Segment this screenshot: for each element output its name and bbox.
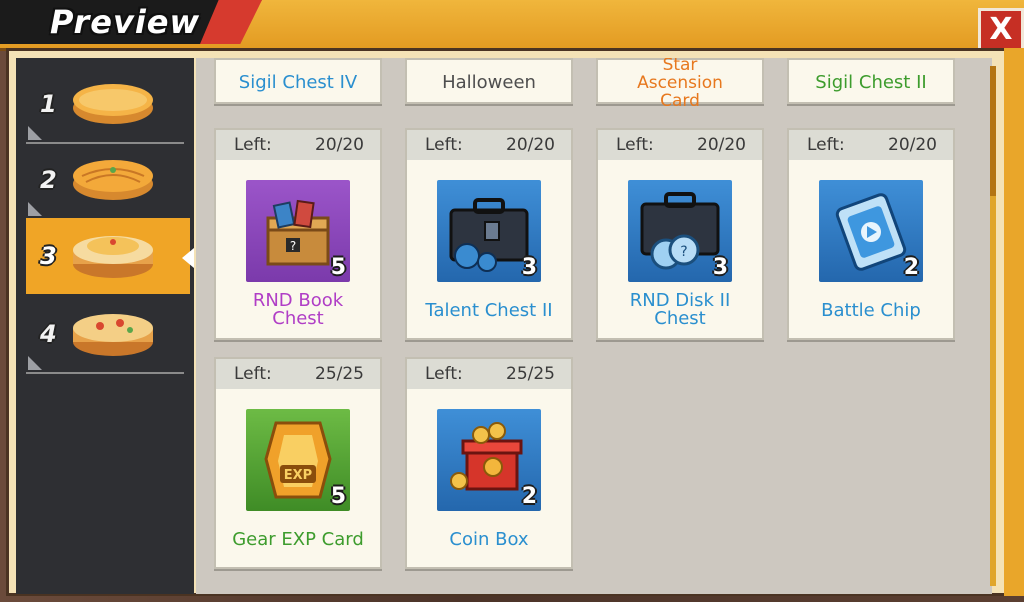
left-count-row: Left: 25/25 bbox=[407, 359, 571, 389]
reward-card-partial[interactable]: Sigil Chest IV bbox=[214, 58, 382, 104]
tier-sidebar: 1 2 3 4 bbox=[16, 58, 194, 594]
battle-chip-icon: 2 bbox=[819, 180, 923, 282]
fruit-pie-icon bbox=[73, 314, 153, 356]
plain-pie-icon bbox=[73, 84, 153, 124]
rewards-panel: Sigil Chest IV Halloween Star Ascension … bbox=[196, 58, 992, 594]
layered-pie-icon bbox=[73, 236, 153, 278]
reward-name: Coin Box bbox=[449, 529, 529, 550]
tier-number: 1 bbox=[40, 90, 57, 118]
left-value: 20/20 bbox=[506, 135, 555, 155]
tier-item-1[interactable]: 1 bbox=[26, 66, 184, 144]
left-count-row: Left: 20/20 bbox=[407, 130, 571, 160]
reward-card[interactable]: Left: 20/20 2 Battle Chip bbox=[787, 128, 955, 340]
quantity: 5 bbox=[330, 255, 346, 280]
quantity: 2 bbox=[521, 484, 537, 509]
reward-name: Talent Chest II bbox=[425, 300, 553, 321]
svg-text:?: ? bbox=[680, 244, 687, 260]
tier-number: 3 bbox=[40, 242, 57, 270]
left-value: 20/20 bbox=[888, 135, 937, 155]
page-title: Preview bbox=[50, 3, 201, 41]
reward-card[interactable]: Left: 20/20 ? 3 RND Disk II Chest bbox=[596, 128, 764, 340]
reward-card[interactable]: Left: 20/20 ? 5 RND Book Chest bbox=[214, 128, 382, 340]
frame-edge bbox=[1004, 48, 1024, 596]
left-label: Left: bbox=[425, 364, 463, 384]
reward-card-partial[interactable]: Star Ascension Card bbox=[596, 58, 764, 110]
reward-name: Sigil Chest II bbox=[815, 72, 927, 93]
left-label: Left: bbox=[234, 135, 272, 155]
svg-text:?: ? bbox=[290, 239, 296, 253]
disk-chest-icon: ? 3 bbox=[628, 180, 732, 282]
quantity: 3 bbox=[712, 255, 728, 280]
reward-name: Halloween bbox=[442, 72, 536, 93]
quantity: 2 bbox=[903, 255, 919, 280]
reward-card-partial[interactable]: Halloween bbox=[405, 58, 573, 104]
tier-number: 4 bbox=[40, 320, 57, 348]
reward-card[interactable]: Left: 25/25 2 Coin Box bbox=[405, 357, 573, 569]
tier-item-3[interactable]: 3 bbox=[26, 218, 190, 294]
reward-card[interactable]: Left: 20/20 3 Talent Chest II bbox=[405, 128, 573, 340]
gear-exp-card-icon: EXP 5 bbox=[246, 409, 350, 511]
left-value: 20/20 bbox=[315, 135, 364, 155]
corner-marker bbox=[28, 126, 42, 140]
reward-name: Sigil Chest IV bbox=[238, 72, 358, 93]
quantity: 3 bbox=[521, 255, 537, 280]
left-value: 25/25 bbox=[506, 364, 555, 384]
coin-box-icon: 2 bbox=[437, 409, 541, 511]
corner-marker bbox=[28, 202, 42, 216]
left-value: 20/20 bbox=[697, 135, 746, 155]
left-count-row: Left: 20/20 bbox=[789, 130, 953, 160]
lattice-pie-icon bbox=[73, 160, 153, 200]
left-count-row: Left: 25/25 bbox=[216, 359, 380, 389]
corner-marker bbox=[28, 356, 42, 370]
tier-item-2[interactable]: 2 bbox=[26, 142, 184, 220]
selected-tier-pointer bbox=[182, 248, 194, 268]
quantity: 5 bbox=[330, 484, 346, 509]
reward-name-line2: Chest bbox=[654, 308, 706, 329]
left-value: 25/25 bbox=[315, 364, 364, 384]
reward-card[interactable]: Left: 25/25 EXP 5 Gear EXP Card bbox=[214, 357, 382, 569]
reward-name: RND Disk II Chest bbox=[598, 292, 762, 328]
reward-name: Star Ascension Card bbox=[637, 58, 723, 111]
reward-name: Gear EXP Card bbox=[232, 529, 364, 550]
reward-name-line2: Chest bbox=[272, 308, 324, 329]
left-label: Left: bbox=[616, 135, 654, 155]
tier-number: 2 bbox=[40, 166, 57, 194]
left-label: Left: bbox=[425, 135, 463, 155]
left-count-row: Left: 20/20 bbox=[216, 130, 380, 160]
reward-name: RND Book Chest bbox=[216, 292, 380, 328]
left-label: Left: bbox=[234, 364, 272, 384]
tier-item-4[interactable]: 4 bbox=[26, 296, 184, 374]
book-chest-icon: ? 5 bbox=[246, 180, 350, 282]
title-bar: Preview bbox=[0, 0, 1024, 51]
reward-name: Battle Chip bbox=[821, 300, 921, 321]
reward-card-partial[interactable]: Sigil Chest II bbox=[787, 58, 955, 104]
left-count-row: Left: 20/20 bbox=[598, 130, 762, 160]
scrollbar-thumb[interactable] bbox=[990, 66, 996, 196]
talent-chest-icon: 3 bbox=[437, 180, 541, 282]
left-label: Left: bbox=[807, 135, 845, 155]
exp-badge: EXP bbox=[284, 468, 312, 483]
